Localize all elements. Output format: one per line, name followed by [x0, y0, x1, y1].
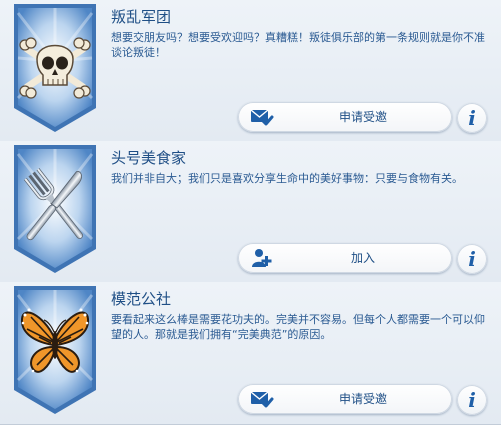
info-icon: i — [468, 247, 476, 271]
club-description: 我们并非自大；我们只是喜欢分享生命中的美好事物：只要与食物有关。 — [111, 172, 463, 185]
butterfly-icon — [14, 286, 96, 414]
club-emblem — [13, 3, 97, 133]
info-button[interactable]: i — [457, 103, 487, 133]
button-label: 加入 — [350, 251, 375, 265]
fork-knife-icon — [14, 145, 96, 273]
club-name: 叛乱军团 — [111, 8, 172, 26]
info-icon: i — [468, 106, 476, 130]
club-description: 要看起来这么棒是需要花功夫的。完美并不容易。但每个人都需要一个可以仰望的人。那就… — [111, 313, 485, 341]
join-button[interactable]: 加入 — [238, 243, 452, 273]
club-card: 头号美食家 我们并非自大；我们只是喜欢分享生命中的美好事物：只要与食物有关。 加… — [0, 141, 501, 283]
info-button[interactable]: i — [457, 385, 487, 415]
club-name: 头号美食家 — [111, 149, 187, 167]
club-description: 想要交朋友吗？想要受欢迎吗？真糟糕！叛徒俱乐部的第一条规则就是你不准谈论叛徒！ — [111, 31, 485, 59]
button-label: 申请受邀 — [338, 392, 387, 406]
add-member-icon — [250, 248, 274, 268]
envelope-check-icon — [250, 389, 274, 409]
request-invite-button[interactable]: 申请受邀 — [238, 102, 452, 132]
info-button[interactable]: i — [457, 244, 487, 274]
skull-crossbones-icon — [14, 4, 96, 132]
envelope-check-icon — [250, 107, 274, 127]
button-label: 申请受邀 — [338, 110, 387, 124]
request-invite-button[interactable]: 申请受邀 — [238, 384, 452, 414]
club-card: 模范公社 要看起来这么棒是需要花功夫的。完美并不容易。但每个人都需要一个可以仰望… — [0, 282, 501, 425]
club-card: 叛乱军团 想要交朋友吗？想要受欢迎吗？真糟糕！叛徒俱乐部的第一条规则就是你不准谈… — [0, 0, 501, 142]
club-emblem — [13, 285, 97, 415]
info-icon: i — [468, 388, 476, 412]
club-emblem — [13, 144, 97, 274]
club-name: 模范公社 — [111, 290, 172, 308]
